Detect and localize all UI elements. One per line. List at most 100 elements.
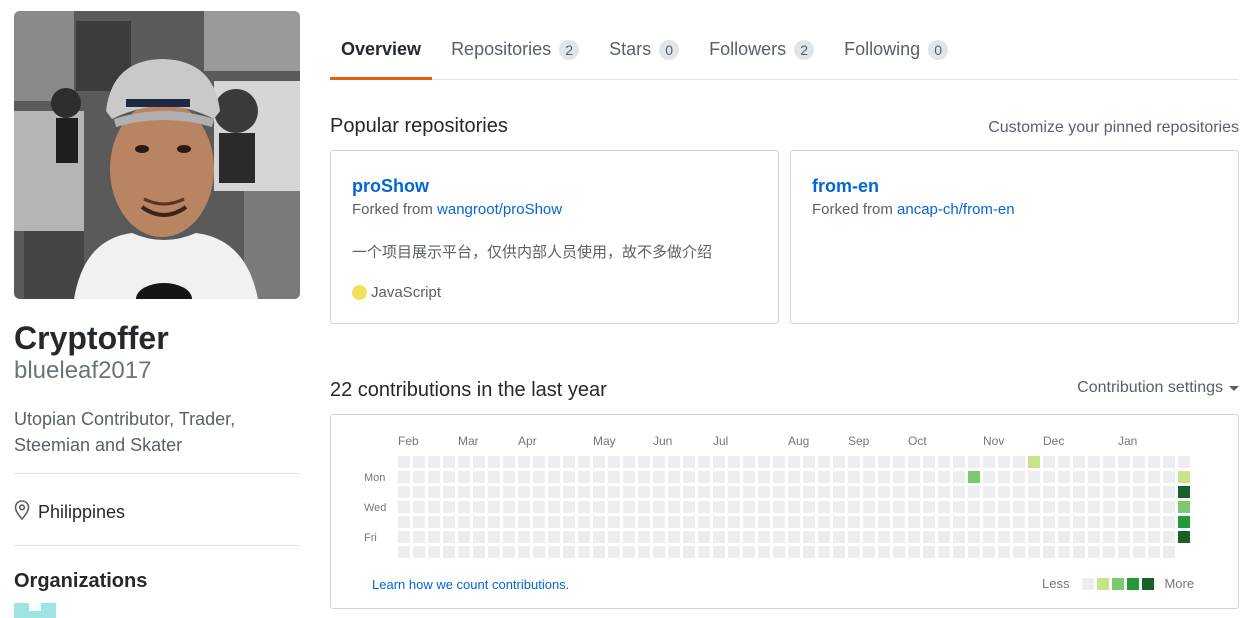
- contribution-day-cell[interactable]: [1133, 456, 1145, 468]
- contribution-day-cell[interactable]: [743, 501, 755, 513]
- contribution-day-cell[interactable]: [1118, 471, 1130, 483]
- contribution-day-cell[interactable]: [998, 456, 1010, 468]
- contribution-day-cell[interactable]: [1013, 486, 1025, 498]
- contribution-day-cell[interactable]: [1043, 516, 1055, 528]
- contribution-day-cell[interactable]: [998, 501, 1010, 513]
- contribution-day-cell[interactable]: [818, 501, 830, 513]
- contribution-day-cell[interactable]: [683, 471, 695, 483]
- contribution-day-cell[interactable]: [668, 501, 680, 513]
- contribution-day-cell[interactable]: [668, 471, 680, 483]
- contribution-day-cell[interactable]: [488, 501, 500, 513]
- contribution-day-cell[interactable]: [953, 486, 965, 498]
- contribution-day-cell[interactable]: [788, 486, 800, 498]
- contribution-day-cell[interactable]: [488, 531, 500, 543]
- contribution-day-cell[interactable]: [968, 516, 980, 528]
- contribution-day-cell[interactable]: [818, 471, 830, 483]
- contribution-day-cell[interactable]: [698, 456, 710, 468]
- contribution-day-cell[interactable]: [443, 456, 455, 468]
- contribution-day-cell[interactable]: [503, 516, 515, 528]
- contribution-day-cell[interactable]: [518, 546, 530, 558]
- contribution-day-cell[interactable]: [1103, 531, 1115, 543]
- contribution-day-cell[interactable]: [833, 456, 845, 468]
- contribution-day-cell[interactable]: [428, 516, 440, 528]
- contribution-day-cell[interactable]: [548, 456, 560, 468]
- contribution-day-cell[interactable]: [893, 486, 905, 498]
- contribution-day-cell[interactable]: [398, 546, 410, 558]
- contribution-day-cell[interactable]: [653, 456, 665, 468]
- contribution-day-cell[interactable]: [458, 486, 470, 498]
- contribution-day-cell[interactable]: [413, 516, 425, 528]
- contribution-day-cell[interactable]: [983, 456, 995, 468]
- contribution-day-cell[interactable]: [1088, 486, 1100, 498]
- contribution-day-cell[interactable]: [893, 546, 905, 558]
- contribution-day-cell[interactable]: [713, 471, 725, 483]
- contribution-day-cell[interactable]: [848, 456, 860, 468]
- contribution-day-cell[interactable]: [953, 531, 965, 543]
- contribution-day-cell[interactable]: [1133, 531, 1145, 543]
- contribution-day-cell[interactable]: [1058, 516, 1070, 528]
- tab-following[interactable]: Following 0: [833, 20, 959, 79]
- contribution-day-cell[interactable]: [398, 501, 410, 513]
- contribution-day-cell[interactable]: [1148, 531, 1160, 543]
- contribution-day-cell[interactable]: [1178, 501, 1190, 513]
- contribution-day-cell[interactable]: [398, 516, 410, 528]
- contribution-day-cell[interactable]: [488, 546, 500, 558]
- contribution-day-cell[interactable]: [578, 516, 590, 528]
- contribution-day-cell[interactable]: [983, 516, 995, 528]
- contribution-day-cell[interactable]: [563, 531, 575, 543]
- contribution-day-cell[interactable]: [983, 531, 995, 543]
- organization-avatar[interactable]: [14, 603, 56, 618]
- contribution-day-cell[interactable]: [938, 516, 950, 528]
- contribution-day-cell[interactable]: [908, 471, 920, 483]
- contribution-day-cell[interactable]: [848, 486, 860, 498]
- contribution-day-cell[interactable]: [413, 456, 425, 468]
- contribution-day-cell[interactable]: [413, 546, 425, 558]
- contribution-day-cell[interactable]: [758, 546, 770, 558]
- contribution-day-cell[interactable]: [653, 531, 665, 543]
- contribution-day-cell[interactable]: [1148, 501, 1160, 513]
- contribution-day-cell[interactable]: [428, 501, 440, 513]
- contribution-day-cell[interactable]: [1073, 501, 1085, 513]
- contribution-day-cell[interactable]: [1178, 471, 1190, 483]
- contribution-day-cell[interactable]: [653, 546, 665, 558]
- contribution-day-cell[interactable]: [623, 531, 635, 543]
- contribution-day-cell[interactable]: [668, 516, 680, 528]
- contribution-day-cell[interactable]: [788, 501, 800, 513]
- contribution-day-cell[interactable]: [773, 501, 785, 513]
- contribution-day-cell[interactable]: [803, 516, 815, 528]
- contribution-day-cell[interactable]: [968, 546, 980, 558]
- contribution-day-cell[interactable]: [698, 516, 710, 528]
- contribution-day-cell[interactable]: [638, 471, 650, 483]
- contribution-day-cell[interactable]: [518, 501, 530, 513]
- contribution-day-cell[interactable]: [1058, 531, 1070, 543]
- forked-source-link[interactable]: ancap-ch/from-en: [897, 201, 1015, 218]
- contribution-day-cell[interactable]: [593, 501, 605, 513]
- contribution-day-cell[interactable]: [1118, 531, 1130, 543]
- contribution-day-cell[interactable]: [863, 456, 875, 468]
- contribution-day-cell[interactable]: [1148, 546, 1160, 558]
- contribution-day-cell[interactable]: [1028, 501, 1040, 513]
- contribution-day-cell[interactable]: [698, 531, 710, 543]
- contribution-day-cell[interactable]: [1103, 546, 1115, 558]
- contribution-day-cell[interactable]: [443, 486, 455, 498]
- contribution-day-cell[interactable]: [548, 546, 560, 558]
- contribution-day-cell[interactable]: [518, 486, 530, 498]
- contribution-day-cell[interactable]: [698, 501, 710, 513]
- contribution-day-cell[interactable]: [848, 516, 860, 528]
- contribution-day-cell[interactable]: [1073, 546, 1085, 558]
- contribution-day-cell[interactable]: [998, 516, 1010, 528]
- contribution-day-cell[interactable]: [863, 486, 875, 498]
- contribution-day-cell[interactable]: [893, 531, 905, 543]
- contribution-day-cell[interactable]: [863, 531, 875, 543]
- contribution-day-cell[interactable]: [908, 501, 920, 513]
- contribution-day-cell[interactable]: [473, 501, 485, 513]
- contribution-day-cell[interactable]: [908, 486, 920, 498]
- forked-source-link[interactable]: wangroot/proShow: [437, 201, 562, 218]
- contribution-day-cell[interactable]: [773, 486, 785, 498]
- contribution-day-cell[interactable]: [1103, 516, 1115, 528]
- contribution-day-cell[interactable]: [1043, 486, 1055, 498]
- contribution-day-cell[interactable]: [833, 531, 845, 543]
- contribution-day-cell[interactable]: [803, 486, 815, 498]
- contribution-day-cell[interactable]: [458, 531, 470, 543]
- contribution-day-cell[interactable]: [683, 516, 695, 528]
